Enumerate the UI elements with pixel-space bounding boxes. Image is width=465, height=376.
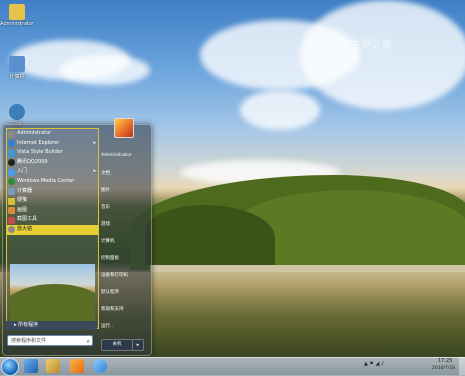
place-computer[interactable]: 计算机 — [101, 238, 115, 244]
start-item-label: Administrator — [17, 130, 52, 136]
place-help-support[interactable]: 帮助和支持 — [101, 306, 124, 312]
start-item-label: 腾讯QQ2009 — [17, 158, 48, 165]
taskbar-ie-icon[interactable] — [24, 359, 38, 373]
shutdown-button[interactable]: 关机 — [101, 339, 133, 351]
start-item-label: Internet Explorer — [17, 139, 60, 146]
desktop-icon-computer[interactable]: 计算机 — [0, 56, 34, 80]
start-item-label: 便笺 — [17, 197, 28, 204]
submenu-arrow-icon[interactable]: ▸ — [93, 139, 96, 149]
cloud — [240, 90, 320, 130]
start-item-paint[interactable]: 画图 — [7, 206, 98, 216]
taskbar-browser-icon[interactable] — [93, 359, 107, 373]
place-games[interactable]: 游戏 — [101, 221, 110, 227]
start-item-label: 截图工具 — [17, 216, 38, 223]
ie-icon — [8, 140, 15, 148]
calculator-icon — [8, 188, 15, 196]
place-administrator[interactable]: Administrator — [101, 153, 132, 158]
start-item-qq[interactable]: 腾讯QQ2009 — [7, 158, 98, 168]
start-item-calculator[interactable]: 计算器 — [7, 187, 98, 197]
shutdown-options-button[interactable]: ▸ — [132, 339, 144, 351]
taskbar-explorer-icon[interactable] — [46, 359, 60, 373]
user-avatar[interactable] — [114, 118, 134, 138]
start-item-getting-started[interactable]: 入门 ▸ — [7, 167, 98, 177]
all-programs-button[interactable]: ▸ 所有程序 — [6, 321, 97, 330]
network-icon — [9, 104, 25, 120]
search-placeholder: 搜索程序和文件 — [11, 338, 47, 344]
getting-started-icon — [8, 168, 15, 176]
start-item-administrator[interactable]: Administrator — [7, 129, 98, 139]
watermark: 主题之家 — [352, 40, 392, 51]
start-item-label: Windows Media Center — [17, 177, 75, 184]
start-item-sticky-notes[interactable]: 便笺 — [7, 196, 98, 206]
taskbar-media-player-icon[interactable] — [70, 359, 84, 373]
place-control-panel[interactable]: 控制面板 — [101, 255, 119, 261]
start-item-label: Vista Style Builder — [17, 149, 63, 156]
tray-icons[interactable]: ▲ ⚑ ◢ ♪ — [364, 361, 384, 367]
magnifier-icon — [8, 226, 15, 234]
clock-time[interactable]: 17:25 — [438, 358, 452, 364]
start-item-label: 放大镜 — [17, 225, 33, 232]
cloud — [60, 55, 150, 85]
start-menu-programs-pane: Administrator Internet Explorer ▸ Vista S… — [6, 128, 99, 329]
start-item-magnifier[interactable]: 放大镜 — [7, 224, 98, 235]
all-programs-label: 所有程序 — [18, 322, 39, 328]
folder-icon — [9, 4, 25, 20]
place-default-programs[interactable]: 默认程序 — [101, 289, 119, 295]
desktop-icon-label: 计算机 — [9, 74, 25, 80]
media-center-icon — [8, 178, 15, 186]
search-icon[interactable]: ⌕ — [87, 336, 90, 347]
clock-date[interactable]: 2010/7/16 — [432, 366, 455, 371]
place-run[interactable]: 运行... — [101, 323, 114, 329]
start-menu-places-pane: Administrator 文档 图片 音乐 游戏 计算机 控制面板 设备和打印… — [99, 118, 149, 351]
start-item-vista-style-builder[interactable]: Vista Style Builder — [7, 148, 98, 158]
start-item-label: 计算器 — [17, 187, 33, 194]
place-devices-printers[interactable]: 设备和打印机 — [101, 272, 128, 278]
computer-icon — [9, 56, 25, 72]
paint-icon — [8, 207, 15, 215]
desktop-icon-label: Administrator — [0, 21, 35, 27]
place-documents[interactable]: 文档 — [101, 170, 110, 176]
desktop-icon-administrator[interactable]: Administrator — [0, 4, 34, 27]
snipping-tool-icon — [8, 216, 15, 224]
start-item-media-center[interactable]: Windows Media Center — [7, 177, 98, 187]
start-item-snipping-tool[interactable]: 截图工具 — [7, 215, 98, 225]
qq-icon — [8, 159, 15, 167]
cloud — [300, 0, 465, 110]
user-icon — [8, 130, 15, 138]
place-pictures[interactable]: 图片 — [101, 187, 110, 193]
start-item-internet-explorer[interactable]: Internet Explorer ▸ — [7, 139, 98, 149]
start-button[interactable] — [1, 358, 19, 376]
start-item-label: 画图 — [17, 206, 28, 213]
sticky-notes-icon — [8, 197, 15, 205]
place-music[interactable]: 音乐 — [101, 204, 110, 210]
start-menu: Administrator Internet Explorer ▸ Vista S… — [2, 118, 152, 356]
search-input[interactable]: 搜索程序和文件 ⌕ — [7, 335, 93, 346]
wallpaper-preview — [10, 264, 95, 322]
start-item-label: 入门 — [17, 168, 28, 175]
submenu-arrow-icon[interactable]: ▸ — [93, 167, 96, 177]
show-desktop-button[interactable] — [459, 357, 465, 375]
builder-icon — [8, 149, 15, 157]
